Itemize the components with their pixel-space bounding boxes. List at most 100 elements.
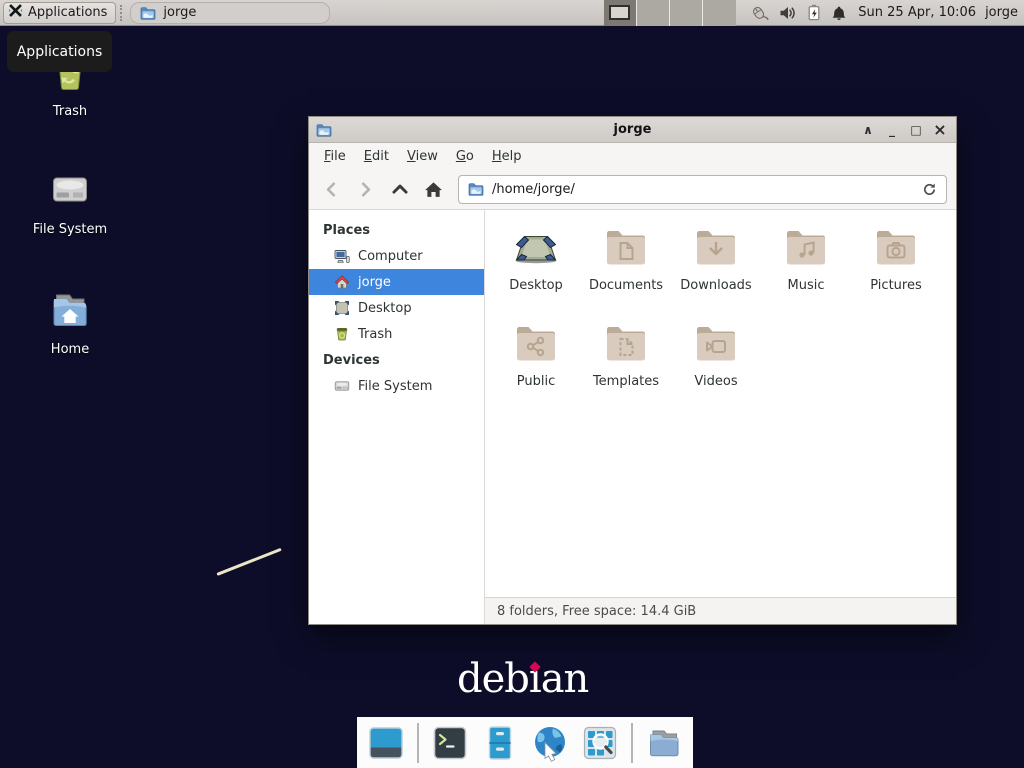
menubar: FileEditViewGoHelp — [309, 143, 956, 169]
maximize-button[interactable]: □ — [907, 120, 925, 139]
desktop: Applications jorge Sun 25 Apr, 10:06 jor… — [0, 0, 1024, 768]
folder-window-icon — [140, 5, 156, 21]
taskbar-button-jorge[interactable]: jorge — [130, 2, 330, 24]
sidebar-item-desktop[interactable]: Desktop — [309, 295, 484, 321]
file-item-label: Templates — [593, 374, 659, 389]
debian-logo-i: ı — [529, 656, 541, 702]
statusbar: 8 folders, Free space: 14.4 GiB — [485, 597, 956, 624]
window-controls: ∧ _ □ × — [859, 120, 949, 139]
up-button[interactable] — [386, 176, 413, 203]
file-cabinet-icon[interactable] — [481, 724, 519, 762]
folder-videos-icon — [692, 320, 740, 368]
sidebar-item-label: Computer — [358, 249, 423, 264]
home-red-icon — [334, 274, 350, 290]
file-item-label: Pictures — [870, 278, 921, 293]
system-tray — [750, 4, 847, 21]
desktop-mini-icon — [334, 300, 350, 316]
applications-tooltip-text: Applications — [17, 44, 103, 60]
workspace-1[interactable] — [604, 0, 637, 26]
home-desktop-icon — [46, 286, 94, 334]
panel-clock[interactable]: Sun 25 Apr, 10:06 — [858, 5, 976, 20]
app-finder-icon[interactable] — [581, 724, 619, 762]
path-input[interactable]: /home/jorge/ — [492, 182, 914, 197]
sidebar-header-places: Places — [309, 217, 484, 243]
file-item-label: Downloads — [680, 278, 751, 293]
path-bar[interactable]: /home/jorge/ — [458, 175, 947, 204]
menu-edit[interactable]: Edit — [355, 146, 398, 167]
path-folder-icon — [468, 181, 484, 197]
sidebar-item-computer[interactable]: Computer — [309, 243, 484, 269]
panel-handle[interactable] — [120, 5, 126, 21]
computer-icon — [334, 248, 350, 264]
mouse-tray-icon[interactable] — [750, 4, 769, 21]
shade-button[interactable]: ∧ — [859, 120, 877, 139]
debian-logo: debıan — [457, 656, 588, 702]
menu-help[interactable]: Help — [483, 146, 531, 167]
workspace-switcher — [604, 0, 736, 26]
file-item-music[interactable]: Music — [761, 224, 851, 303]
top-panel: Applications jorge Sun 25 Apr, 10:06 jor… — [0, 0, 1024, 26]
home-button[interactable] — [420, 176, 447, 203]
sidebar-item-label: File System — [358, 379, 432, 394]
workspace-2[interactable] — [637, 0, 670, 26]
file-grid: Desktop Documents Downloads Music Pictur… — [485, 210, 956, 597]
file-item-videos[interactable]: Videos — [671, 320, 761, 399]
menu-file[interactable]: File — [315, 146, 355, 167]
debian-logo-text-right: an — [541, 656, 589, 702]
reload-icon[interactable] — [922, 182, 937, 197]
desktop-large-icon — [512, 224, 560, 272]
workspace-window-miniature — [609, 5, 630, 20]
file-item-label: Music — [788, 278, 825, 293]
sidebar-item-trash[interactable]: Trash — [309, 321, 484, 347]
window-titlebar[interactable]: jorge ∧_□× — [309, 117, 956, 143]
file-manager-folder-icon[interactable] — [645, 724, 683, 762]
trash-mini-icon — [334, 326, 350, 342]
drive-desktop-icon — [46, 166, 94, 214]
file-item-label: Videos — [694, 374, 737, 389]
file-item-templates[interactable]: Templates — [581, 320, 671, 399]
sidebar-item-label: jorge — [358, 275, 391, 290]
xfce-menu-icon — [8, 3, 23, 22]
taskbar-button-label: jorge — [163, 5, 196, 20]
applications-menu-button[interactable]: Applications — [3, 2, 116, 24]
folder-templates-icon — [602, 320, 650, 368]
sidebar-item-jorge[interactable]: jorge — [309, 269, 484, 295]
file-item-desktop[interactable]: Desktop — [491, 224, 581, 303]
back-button[interactable] — [318, 176, 345, 203]
notification-bell-icon[interactable] — [831, 5, 847, 21]
close-button[interactable]: × — [931, 120, 949, 139]
minimize-button[interactable]: _ — [883, 120, 901, 139]
web-browser-icon[interactable] — [531, 724, 569, 762]
sidebar: Places Computer jorge Desktop TrashDevic… — [309, 210, 485, 624]
folder-documents-icon — [602, 224, 650, 272]
desktop-icon-home[interactable]: Home — [22, 286, 118, 357]
terminal-icon[interactable] — [431, 724, 469, 762]
workspace-3[interactable] — [670, 0, 703, 26]
volume-icon[interactable] — [779, 5, 797, 21]
file-item-documents[interactable]: Documents — [581, 224, 671, 303]
battery-charging-icon[interactable] — [807, 4, 821, 21]
file-item-pictures[interactable]: Pictures — [851, 224, 941, 303]
main-pane: Desktop Documents Downloads Music Pictur… — [485, 210, 956, 624]
menu-view[interactable]: View — [398, 146, 447, 167]
window-content: Places Computer jorge Desktop TrashDevic… — [309, 209, 956, 624]
sidebar-item-file-system[interactable]: File System — [309, 373, 484, 399]
folder-music-icon — [782, 224, 830, 272]
applications-tooltip: Applications — [7, 31, 112, 72]
file-item-downloads[interactable]: Downloads — [671, 224, 761, 303]
file-item-label: Desktop — [509, 278, 563, 293]
applications-menu-label: Applications — [28, 5, 107, 20]
file-item-label: Public — [517, 374, 555, 389]
file-item-public[interactable]: Public — [491, 320, 581, 399]
workspace-4[interactable] — [703, 0, 736, 26]
taskbar: jorge — [130, 0, 604, 26]
desktop-icon-file-system[interactable]: File System — [22, 166, 118, 237]
desktop-icon-label: Trash — [53, 104, 87, 119]
sidebar-header-devices: Devices — [309, 347, 484, 373]
diagonal-line-artifact — [216, 548, 281, 576]
desktop-icon-label: Home — [51, 342, 89, 357]
menu-go[interactable]: Go — [447, 146, 483, 167]
panel-username[interactable]: jorge — [985, 5, 1018, 20]
show-desktop-icon[interactable] — [367, 724, 405, 762]
forward-button[interactable] — [352, 176, 379, 203]
